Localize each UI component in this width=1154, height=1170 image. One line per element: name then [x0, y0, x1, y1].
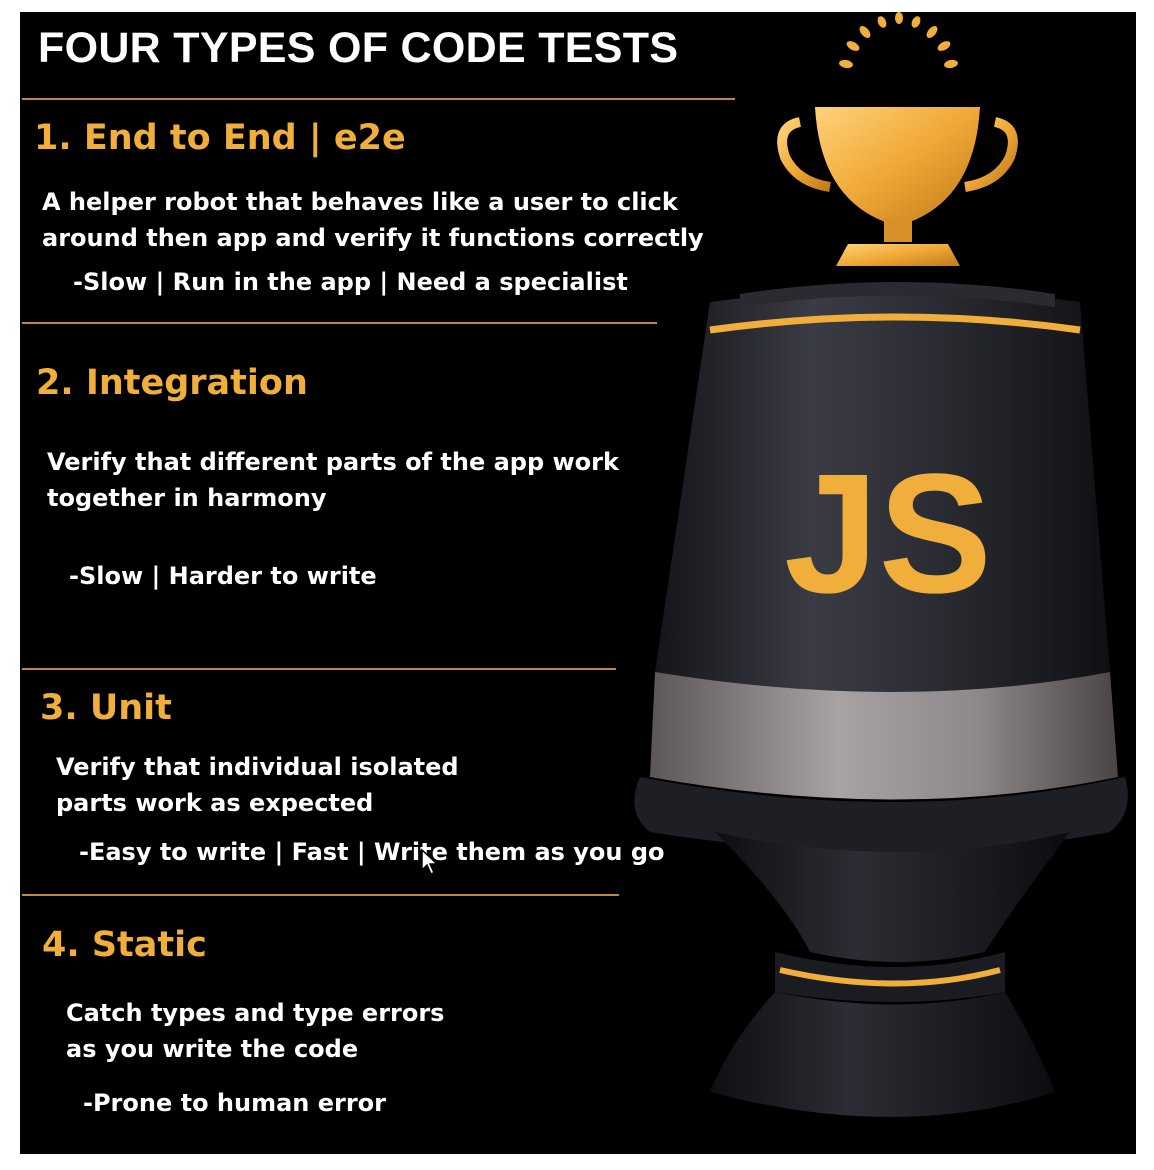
cursor-icon — [421, 848, 439, 876]
section-note-integration: -Slow | Harder to write — [69, 562, 377, 590]
description-line: around then app and verify it functions … — [42, 224, 704, 252]
section-divider — [22, 322, 657, 324]
section-note-static: -Prone to human error — [83, 1089, 386, 1117]
section-heading-unit: 3. Unit — [40, 688, 172, 728]
description-line: as you write the code — [66, 1035, 359, 1063]
description-line: together in harmony — [47, 484, 327, 512]
section-heading-e2e: 1. End to End | e2e — [34, 118, 406, 158]
section-description-unit: Verify that individual isolated parts wo… — [56, 749, 459, 821]
section-heading-integration: 2. Integration — [36, 363, 308, 403]
description-line: A helper robot that behaves like a user … — [42, 188, 678, 216]
section-divider — [22, 894, 619, 896]
description-line: parts work as expected — [56, 789, 374, 817]
description-line: Catch types and type errors — [66, 999, 445, 1027]
laurel-icon — [839, 12, 958, 69]
js-logo: JS — [784, 439, 992, 629]
section-heading-static: 4. Static — [42, 925, 207, 965]
section-description-static: Catch types and type errors as you write… — [66, 995, 444, 1067]
section-description-e2e: A helper robot that behaves like a user … — [42, 184, 704, 256]
section-description-integration: Verify that different parts of the app w… — [47, 444, 619, 516]
description-line: Verify that individual isolated — [56, 753, 459, 781]
slide: FOUR TYPES OF CODE TESTS 1. End to End |… — [20, 12, 1136, 1154]
section-note-unit: -Easy to write | Fast | Write them as yo… — [79, 838, 665, 866]
js-trophy-illustration: JS — [634, 12, 1128, 1117]
description-line: Verify that different parts of the app w… — [47, 448, 619, 476]
page-title: FOUR TYPES OF CODE TESTS — [38, 24, 679, 72]
section-note-e2e: -Slow | Run in the app | Need a speciali… — [73, 268, 628, 296]
trophy-cup-icon — [777, 107, 1018, 266]
section-divider — [22, 668, 616, 670]
